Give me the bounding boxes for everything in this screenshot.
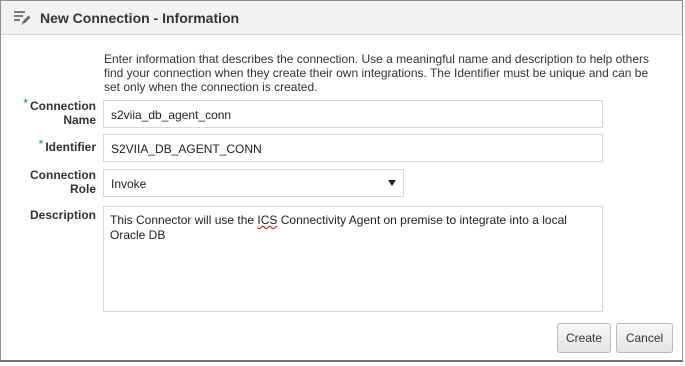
chevron-down-icon	[388, 180, 396, 186]
dialog-titlebar: New Connection - Information	[1, 1, 682, 35]
description-textarea[interactable]: This Connector will use the ICS Connecti…	[103, 206, 603, 312]
edit-pencil-icon	[13, 9, 31, 27]
connection-name-input[interactable]: s2viia_db_agent_conn	[103, 100, 603, 128]
cancel-button[interactable]: Cancel	[616, 323, 673, 353]
required-marker: *	[38, 137, 44, 151]
connection-role-value: Invoke	[111, 177, 147, 191]
connection-name-label: * Connection Name	[23, 96, 96, 127]
identifier-input[interactable]: S2VIIA_DB_AGENT_CONN	[103, 134, 603, 162]
connection-role-label: Connection Role	[30, 168, 96, 196]
description-label: Description	[29, 208, 96, 222]
required-marker: *	[23, 96, 28, 110]
spellcheck-flagged-word: ICS	[257, 213, 278, 227]
intro-text: Enter information that describes the con…	[104, 52, 649, 94]
connection-role-select[interactable]: Invoke	[103, 169, 404, 197]
identifier-label: * Identifier	[38, 137, 96, 154]
create-button[interactable]: Create	[557, 323, 611, 353]
new-connection-dialog: New Connection - Information Enter infor…	[0, 0, 683, 362]
dialog-title: New Connection - Information	[40, 10, 240, 26]
